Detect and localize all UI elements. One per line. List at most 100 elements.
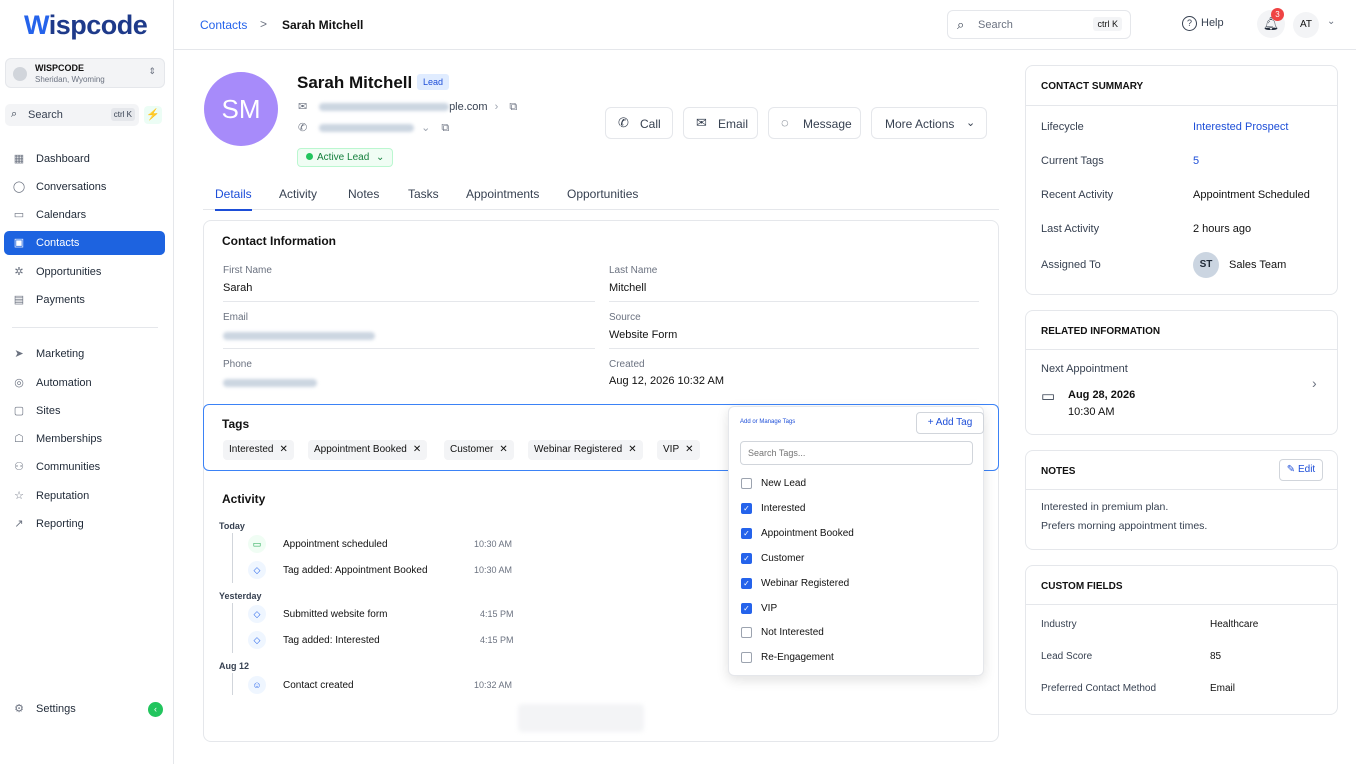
location-switcher[interactable]: WISPCODE Sheridan, Wyoming ⇕ bbox=[5, 58, 165, 88]
status-dot bbox=[306, 153, 313, 160]
copy-icon[interactable]: ⧉ bbox=[441, 122, 449, 134]
activity-item-text: Submitted website form bbox=[283, 609, 388, 620]
activity-item-time: 4:15 PM bbox=[480, 635, 514, 645]
activity-item-text: Tag added: Appointment Booked bbox=[283, 565, 428, 576]
checkbox-checked-icon[interactable]: ✓ bbox=[741, 502, 752, 514]
user-avatar[interactable]: AT bbox=[1293, 12, 1319, 38]
phone-redacted bbox=[223, 379, 317, 388]
opportunities-icon: ✲ bbox=[14, 266, 24, 278]
copy-icon[interactable]: ⧉ bbox=[509, 101, 517, 113]
sidebar-item-sites[interactable]: ▢ Sites bbox=[4, 399, 165, 423]
last-name-value[interactable]: Mitchell bbox=[609, 282, 646, 294]
contacts-icon: ▣ bbox=[13, 237, 25, 249]
appointment-date[interactable]: Aug 28, 2026 bbox=[1068, 389, 1135, 401]
close-icon[interactable]: ✕ bbox=[628, 444, 636, 455]
contact-email-row: ✉ ple.com › ⧉ bbox=[298, 100, 517, 114]
close-icon[interactable]: ✕ bbox=[685, 444, 693, 455]
add-tag-button[interactable]: + Add Tag bbox=[916, 412, 984, 434]
sidebar-item-reputation[interactable]: ☆ Reputation bbox=[4, 484, 165, 508]
sidebar-item-dashboard[interactable]: ▦ Dashboard bbox=[4, 147, 165, 171]
view-all-button[interactable] bbox=[518, 704, 644, 732]
bolt-icon[interactable]: ⚡ bbox=[144, 106, 162, 124]
summary-title: CONTACT SUMMARY bbox=[1041, 81, 1144, 92]
sidebar-item-opportunities[interactable]: ✲ Opportunities bbox=[4, 260, 165, 284]
tab-opportunities[interactable]: Opportunities bbox=[567, 187, 638, 201]
chevron-down-icon[interactable]: ⌄ bbox=[1327, 16, 1335, 27]
assignee-name[interactable]: Sales Team bbox=[1229, 259, 1286, 271]
chevron-right-icon[interactable]: › bbox=[495, 101, 499, 113]
calendar-icon: ▭ bbox=[13, 209, 25, 221]
tab-activity[interactable]: Activity bbox=[279, 187, 317, 201]
sidebar-item-calendars[interactable]: ▭ Calendars bbox=[4, 203, 165, 227]
tag-chip: Appointment Booked ✕ bbox=[308, 440, 428, 460]
checkbox-checked-icon[interactable]: ✓ bbox=[741, 527, 752, 539]
breadcrumb-contacts[interactable]: Contacts bbox=[200, 18, 247, 32]
message-button[interactable]: ◌ Message bbox=[768, 107, 861, 139]
mail-icon: ✉ bbox=[696, 115, 707, 130]
email-button[interactable]: ✉ Email bbox=[683, 107, 758, 139]
help-button[interactable]: ? Help bbox=[1182, 16, 1224, 31]
phone-icon: ✆ bbox=[618, 115, 629, 130]
call-button[interactable]: ✆ Call bbox=[605, 107, 673, 139]
checkbox-checked-icon[interactable]: ✓ bbox=[741, 552, 752, 564]
day-label: Yesterday bbox=[219, 591, 262, 601]
receipt-icon: ▤ bbox=[13, 294, 25, 306]
sidebar-item-conversations[interactable]: ◯ Conversations bbox=[4, 175, 165, 199]
current-tags-value[interactable]: 5 bbox=[1193, 155, 1199, 167]
first-name-label: First Name bbox=[223, 265, 272, 276]
chevron-down-icon[interactable]: ⌄ bbox=[421, 122, 430, 134]
chevron-right-icon[interactable]: › bbox=[1312, 375, 1317, 391]
sidebar-item-automation[interactable]: ◎ Automation bbox=[4, 371, 165, 395]
sidebar-item-payments[interactable]: ▤ Payments bbox=[4, 288, 165, 312]
checkbox-icon[interactable] bbox=[741, 627, 752, 639]
status-dropdown[interactable]: Active Lead ⌄ bbox=[297, 148, 394, 167]
source-value[interactable]: Website Form bbox=[609, 329, 677, 341]
collapse-sidebar-button[interactable]: ‹ bbox=[148, 702, 163, 717]
sidebar-item-marketing[interactable]: ➤ Marketing bbox=[4, 342, 165, 366]
email-value[interactable] bbox=[223, 330, 375, 342]
close-icon[interactable]: ✕ bbox=[413, 444, 421, 455]
plus-icon: + bbox=[927, 417, 934, 428]
app-logo[interactable]: Wispcode bbox=[24, 10, 148, 41]
global-search[interactable]: ⌕ Search ctrl K bbox=[947, 10, 1131, 39]
sidebar-item-memberships[interactable]: ☖ Memberships bbox=[4, 427, 165, 451]
tag-search-input[interactable] bbox=[740, 441, 973, 465]
activity-item-text: Tag added: Interested bbox=[283, 635, 380, 646]
last-activity-label: Last Activity bbox=[1041, 223, 1100, 235]
close-icon[interactable]: ✕ bbox=[279, 444, 287, 455]
divider bbox=[223, 348, 595, 349]
custom-field-label: Preferred Contact Method bbox=[1041, 683, 1157, 694]
tab-appointments[interactable]: Appointments bbox=[466, 187, 539, 201]
divider bbox=[1026, 349, 1337, 350]
checkbox-icon[interactable] bbox=[741, 652, 752, 664]
tab-notes[interactable]: Notes bbox=[348, 187, 379, 201]
checkbox-checked-icon[interactable]: ✓ bbox=[741, 577, 752, 589]
sidebar-item-contacts[interactable]: ▣ Contacts bbox=[4, 231, 165, 255]
divider bbox=[609, 301, 979, 302]
sidebar-item-communities[interactable]: ⚇ Communities bbox=[4, 455, 165, 479]
more-actions-button[interactable]: More Actions ⌄ bbox=[871, 107, 987, 139]
sidebar-item-settings[interactable]: ⚙ Settings bbox=[4, 697, 134, 721]
first-name-value[interactable]: Sarah bbox=[223, 282, 252, 294]
edit-notes-button[interactable]: ✎ Edit bbox=[1279, 459, 1323, 481]
tab-tasks[interactable]: Tasks bbox=[408, 187, 439, 201]
tags-title: Tags bbox=[222, 417, 250, 431]
contact-avatar: SM bbox=[204, 72, 278, 146]
tab-details[interactable]: Details bbox=[215, 187, 252, 211]
lifecycle-value[interactable]: Interested Prospect bbox=[1193, 121, 1288, 133]
tag-option-label: Re-Engagement bbox=[761, 652, 834, 664]
close-icon[interactable]: ✕ bbox=[499, 444, 507, 455]
related-info-card: RELATED INFORMATION Next Appointment ▭ A… bbox=[1025, 310, 1338, 435]
top-bar: Contacts > Sarah Mitchell ⌕ Search ctrl … bbox=[174, 0, 1356, 50]
custom-field-value: 85 bbox=[1210, 651, 1222, 662]
activity-item-text: Appointment scheduled bbox=[283, 539, 388, 550]
checkbox-icon[interactable] bbox=[741, 478, 752, 489]
sidebar-item-reporting[interactable]: ↗ Reporting bbox=[4, 512, 165, 536]
send-icon: ➤ bbox=[14, 348, 24, 360]
pencil-icon: ✎ bbox=[1286, 464, 1296, 475]
phone-icon: ✆ bbox=[298, 122, 308, 134]
phone-value[interactable] bbox=[223, 377, 317, 389]
sidebar-search[interactable]: ⌕ Search ctrl K bbox=[5, 104, 139, 126]
checkbox-checked-icon[interactable]: ✓ bbox=[741, 602, 752, 614]
chat-icon: ◯ bbox=[12, 181, 26, 193]
